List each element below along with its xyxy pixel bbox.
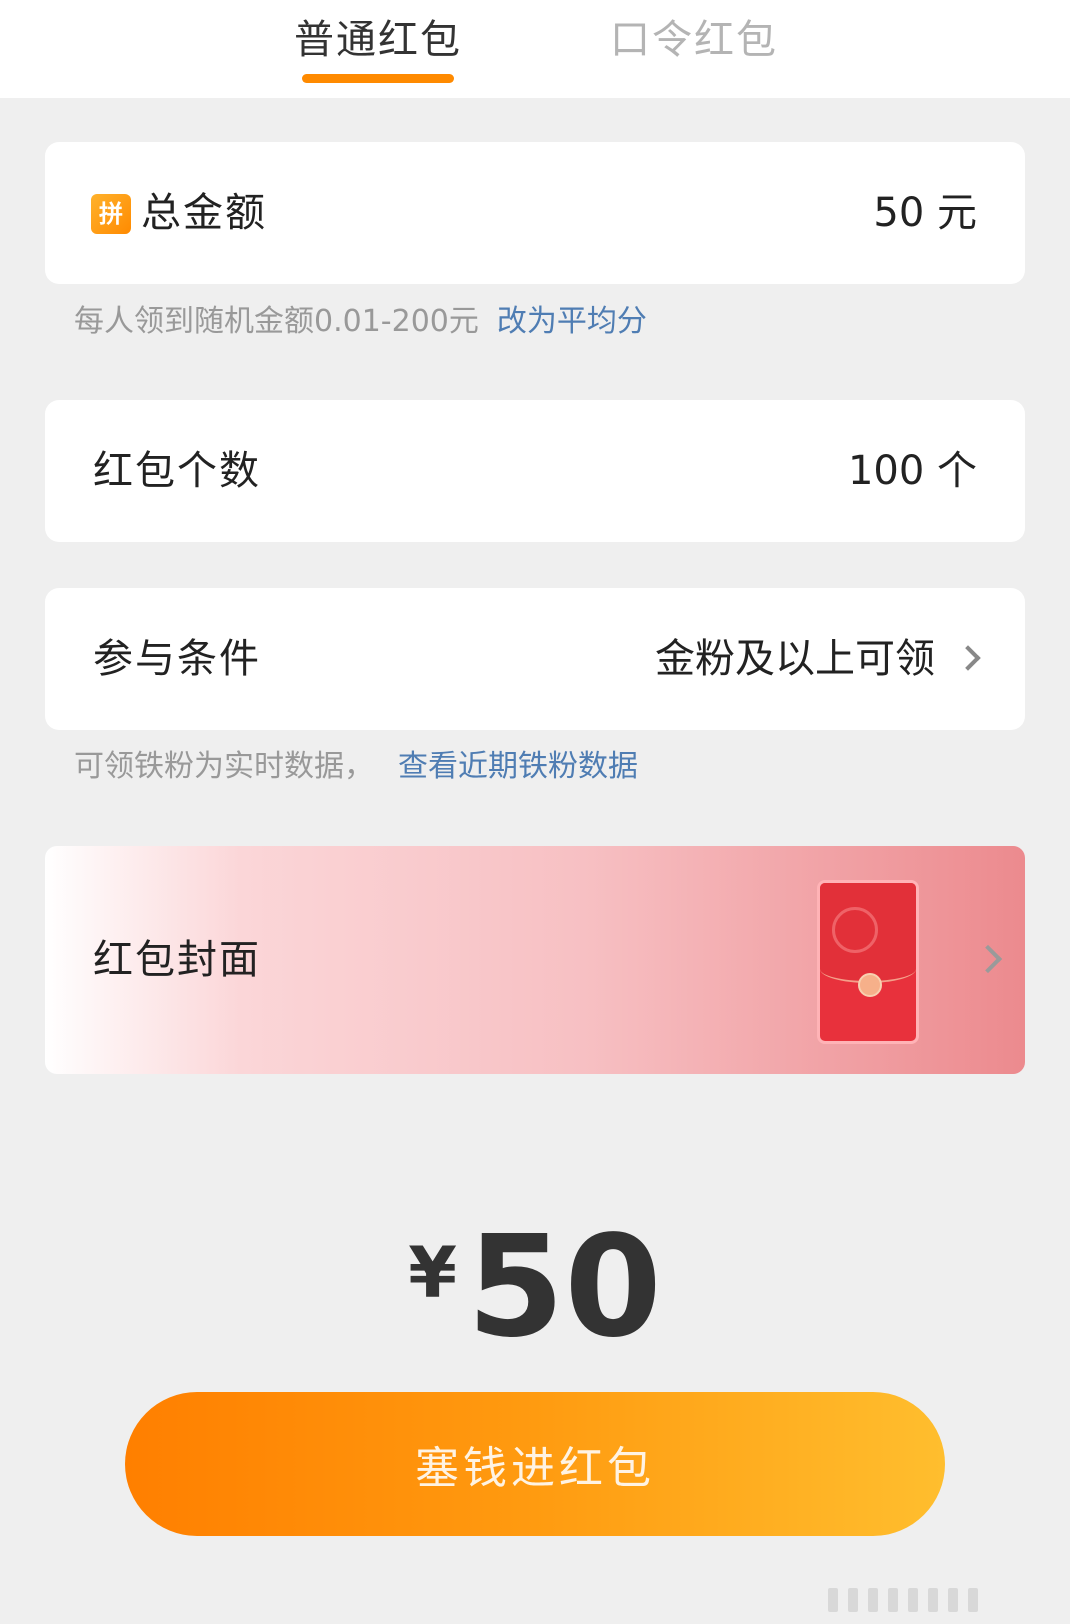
red-packet-cover-thumbnail [817,880,919,1044]
condition-label: 参与条件 [93,636,261,682]
packet-count-label: 红包个数 [93,448,261,494]
cover-label: 红包封面 [93,937,261,983]
chevron-right-icon [973,944,1003,974]
amount-value: 50 [466,1206,662,1369]
tab-password-red-packet[interactable]: 口令红包 [610,10,778,70]
put-money-button[interactable]: 塞钱进红包 [125,1392,945,1536]
pin-badge-icon: 拼 [91,194,131,234]
home-indicator [828,1588,1048,1614]
random-amount-hint: 每人领到随机金额0.01-200元 改为平均分 [74,300,647,344]
total-amount-label: 总金额 [141,190,267,236]
amount-display: ¥50 [0,1218,1070,1358]
condition-value: 金粉及以上可领 [655,636,935,682]
chevron-right-icon [955,645,981,671]
view-recent-fans-link[interactable]: 查看近期铁粉数据 [398,749,638,784]
currency-symbol: ¥ [408,1232,457,1314]
tab-normal-red-packet[interactable]: 普通红包 [294,10,462,70]
fans-hint: 可领铁粉为实时数据， 查看近期铁粉数据 [74,745,638,789]
random-amount-hint-text: 每人领到随机金额0.01-200元 [74,304,479,339]
packet-count-value[interactable]: 100 个 [848,400,977,542]
switch-to-average-link[interactable]: 改为平均分 [497,304,647,339]
condition-row[interactable]: 参与条件 金粉及以上可领 [45,588,1025,730]
total-amount-row[interactable]: 拼 总金额 50 元 [45,142,1025,284]
tab-bar: 普通红包 口令红包 [0,0,1070,98]
fans-hint-text: 可领铁粉为实时数据， [74,749,374,784]
condition-value-wrap: 金粉及以上可领 [655,588,981,730]
red-packet-cover-row[interactable]: 红包封面 [45,846,1025,1074]
cover-seal [858,973,882,997]
active-tab-indicator [302,74,454,83]
packet-count-row[interactable]: 红包个数 100 个 [45,400,1025,542]
total-amount-value[interactable]: 50 元 [873,142,977,284]
cover-pattern [832,907,878,953]
